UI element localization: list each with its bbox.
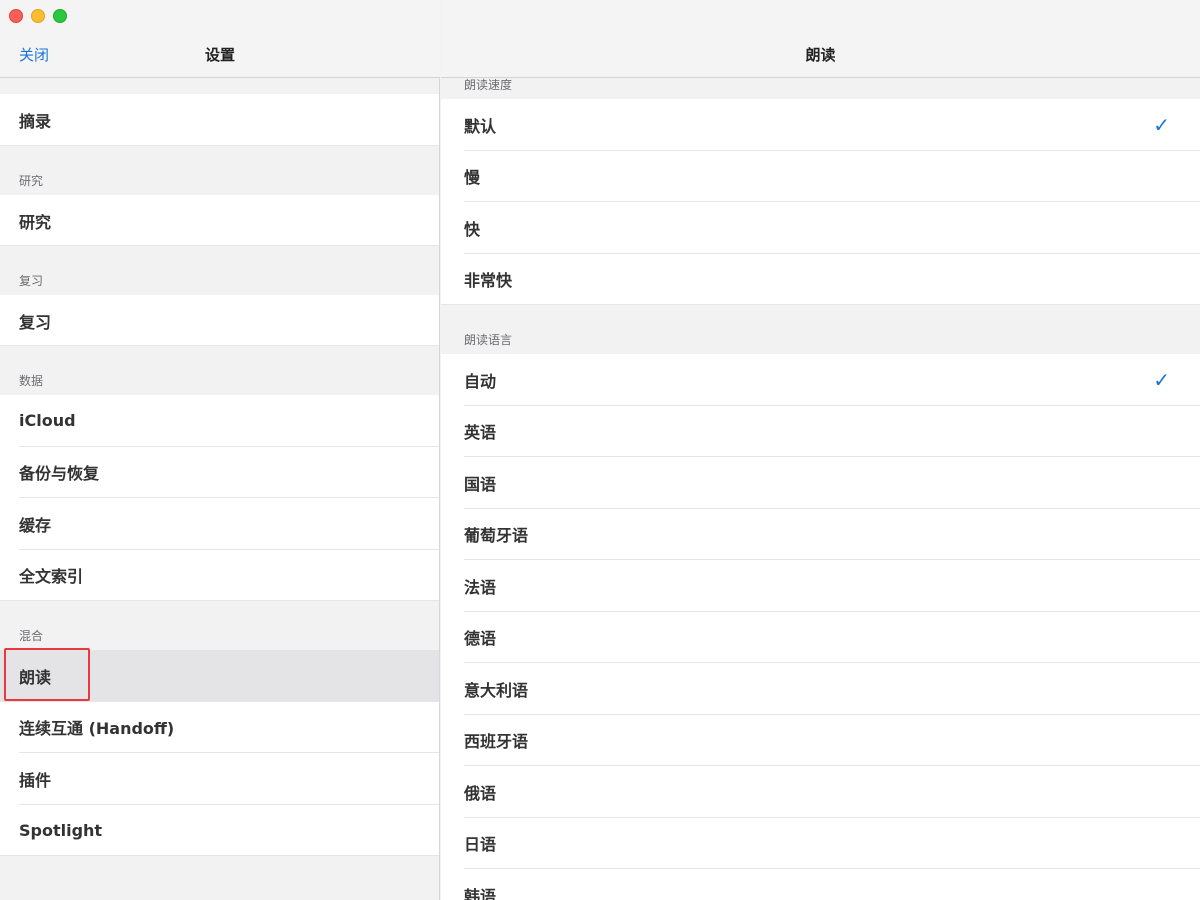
sidebar-item-handoff[interactable]: 连续互通 (Handoff) <box>0 701 439 753</box>
section-header-mixed: 混合 <box>0 601 439 650</box>
section-header-speed: 朗读速度 <box>441 78 1200 99</box>
language-option-russian[interactable]: 俄语 <box>441 766 1200 818</box>
sidebar-item-label: 研究 <box>19 212 52 232</box>
section-header-language: 朗读语言 <box>441 305 1200 354</box>
section-header-research: 研究 <box>0 146 439 195</box>
language-option-french[interactable]: 法语 <box>441 560 1200 612</box>
option-label: 英语 <box>464 423 497 443</box>
option-label: 日语 <box>464 835 497 855</box>
language-option-italian[interactable]: 意大利语 <box>441 663 1200 715</box>
option-label: 快 <box>464 219 481 239</box>
sidebar-item-label: 连续互通 (Handoff) <box>19 719 175 739</box>
option-label: 韩语 <box>464 886 497 900</box>
sidebar-item-research[interactable]: 研究 <box>0 195 439 246</box>
sidebar-item-excerpt[interactable]: 摘录 <box>0 94 439 146</box>
option-label: 西班牙语 <box>464 732 529 752</box>
checkmark-icon: ✓ <box>1153 367 1170 392</box>
close-window-icon[interactable] <box>9 9 23 23</box>
read-aloud-options: 朗读速度 默认 ✓ 慢 快 非常快 朗读语言 自动 ✓ 英语 国语 葡萄牙语 法… <box>441 78 1200 900</box>
option-label: 德语 <box>464 629 497 649</box>
language-option-japanese[interactable]: 日语 <box>441 817 1200 869</box>
option-label: 默认 <box>464 116 497 136</box>
option-label: 慢 <box>464 168 481 188</box>
section-header-review: 复习 <box>0 246 439 295</box>
speed-option-very-fast[interactable]: 非常快 <box>441 253 1200 305</box>
settings-sidebar: 关闭 设置 摘录 研究 研究 复习 复习 数据 iCloud 备份与恢复 缓存 … <box>0 0 440 900</box>
detail-panel: 朗读 朗读速度 默认 ✓ 慢 快 非常快 朗读语言 自动 ✓ 英语 国语 葡萄牙… <box>441 0 1200 900</box>
option-label: 国语 <box>464 474 497 494</box>
sidebar-item-label: 复习 <box>19 312 52 332</box>
option-label: 非常快 <box>464 271 513 291</box>
sidebar-item-label: 备份与恢复 <box>19 464 100 484</box>
language-option-mandarin[interactable]: 国语 <box>441 457 1200 509</box>
sidebar-item-plugins[interactable]: 插件 <box>0 753 439 805</box>
language-option-english[interactable]: 英语 <box>441 405 1200 457</box>
language-option-spanish[interactable]: 西班牙语 <box>441 714 1200 766</box>
sidebar-item-backup[interactable]: 备份与恢复 <box>0 446 439 498</box>
minimize-window-icon[interactable] <box>31 9 45 23</box>
sidebar-item-read-aloud[interactable]: 朗读 <box>0 650 439 702</box>
speed-option-default[interactable]: 默认 ✓ <box>441 99 1200 151</box>
option-label: 意大利语 <box>464 680 529 700</box>
sidebar-item-label: Spotlight <box>19 820 103 840</box>
section-header-data: 数据 <box>0 346 439 395</box>
sidebar-item-label: 全文索引 <box>19 567 84 587</box>
detail-header: 朗读 <box>441 0 1200 78</box>
detail-title: 朗读 <box>805 46 836 64</box>
option-label: 葡萄牙语 <box>464 526 529 546</box>
sidebar-item-review[interactable]: 复习 <box>0 295 439 346</box>
checkmark-icon: ✓ <box>1153 112 1170 137</box>
language-option-auto[interactable]: 自动 ✓ <box>441 354 1200 406</box>
language-option-portuguese[interactable]: 葡萄牙语 <box>441 508 1200 560</box>
sidebar-item-label: 朗读 <box>19 667 52 687</box>
option-label: 自动 <box>464 371 497 391</box>
speed-option-slow[interactable]: 慢 <box>441 150 1200 202</box>
settings-list: 摘录 研究 研究 复习 复习 数据 iCloud 备份与恢复 缓存 全文索引 混… <box>0 78 439 856</box>
sidebar-title: 设置 <box>204 46 235 64</box>
option-label: 俄语 <box>464 783 497 803</box>
sidebar-item-label: 缓存 <box>19 515 52 535</box>
sidebar-item-fulltext-index[interactable]: 全文索引 <box>0 549 439 601</box>
option-label: 法语 <box>464 577 497 597</box>
sidebar-item-cache[interactable]: 缓存 <box>0 498 439 550</box>
sidebar-item-icloud[interactable]: iCloud <box>0 395 439 447</box>
settings-window: 关闭 设置 摘录 研究 研究 复习 复习 数据 iCloud 备份与恢复 缓存 … <box>0 0 1200 900</box>
zoom-window-icon[interactable] <box>53 9 67 23</box>
language-option-korean[interactable]: 韩语 <box>441 869 1200 900</box>
window-controls <box>9 9 67 23</box>
section-gap <box>0 78 439 94</box>
sidebar-item-label: 摘录 <box>19 112 52 131</box>
language-option-german[interactable]: 德语 <box>441 611 1200 663</box>
sidebar-item-spotlight[interactable]: Spotlight <box>0 804 439 856</box>
sidebar-item-label: iCloud <box>19 411 76 431</box>
sidebar-item-label: 插件 <box>19 770 52 790</box>
speed-option-fast[interactable]: 快 <box>441 202 1200 254</box>
